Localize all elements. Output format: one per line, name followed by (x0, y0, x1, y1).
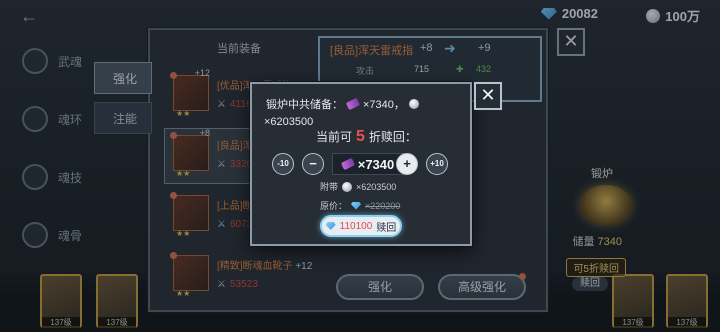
discount-suffix: 折赎回： (368, 130, 417, 144)
quantity-text: ×7340 (357, 156, 395, 172)
plus-ten-button[interactable]: +10 (426, 153, 448, 175)
storage-summary: 锻炉中共储备： ×7340， (266, 96, 419, 112)
silver-icon (342, 181, 353, 192)
crystal-icon (340, 157, 355, 171)
plus-button[interactable]: + (396, 153, 418, 175)
attached-silver: 附带 ×6203500 (320, 180, 396, 193)
redeem-button[interactable]: 110100 赎回 (320, 215, 402, 237)
original-price-label: 原价： (320, 201, 348, 211)
silver-icon (408, 99, 419, 109)
diamond-icon (325, 222, 336, 230)
attach-label: 附带 (320, 182, 339, 192)
quantity-stepper: -10 − ×7340 + +10 (272, 153, 448, 175)
crystal-count: ×7340， (363, 99, 405, 111)
attach-value: ×6203500 (356, 181, 397, 192)
discount-info: 当前可 5 折赎回： (316, 128, 417, 146)
original-price-value: ×220200 (365, 200, 401, 211)
silver-summary: ×6203500 (264, 116, 314, 128)
original-price: 原价： ×220200 (320, 199, 400, 212)
minus-button[interactable]: − (302, 153, 324, 175)
discount-prefix: 当前可 (316, 130, 353, 144)
redeem-label: 赎回 (376, 222, 397, 234)
dialog-close-button[interactable]: ✕ (474, 82, 502, 110)
crystal-icon (345, 97, 361, 111)
close-icon: ✕ (480, 85, 496, 105)
discount-number: 5 (356, 128, 365, 145)
minus-ten-button[interactable]: -10 (272, 153, 294, 175)
redeem-cost: 110100 (339, 220, 373, 232)
quantity-value[interactable]: ×7340 (332, 153, 404, 175)
storage-summary-label: 锻炉中共储备： (266, 99, 343, 111)
diamond-icon (351, 201, 362, 210)
